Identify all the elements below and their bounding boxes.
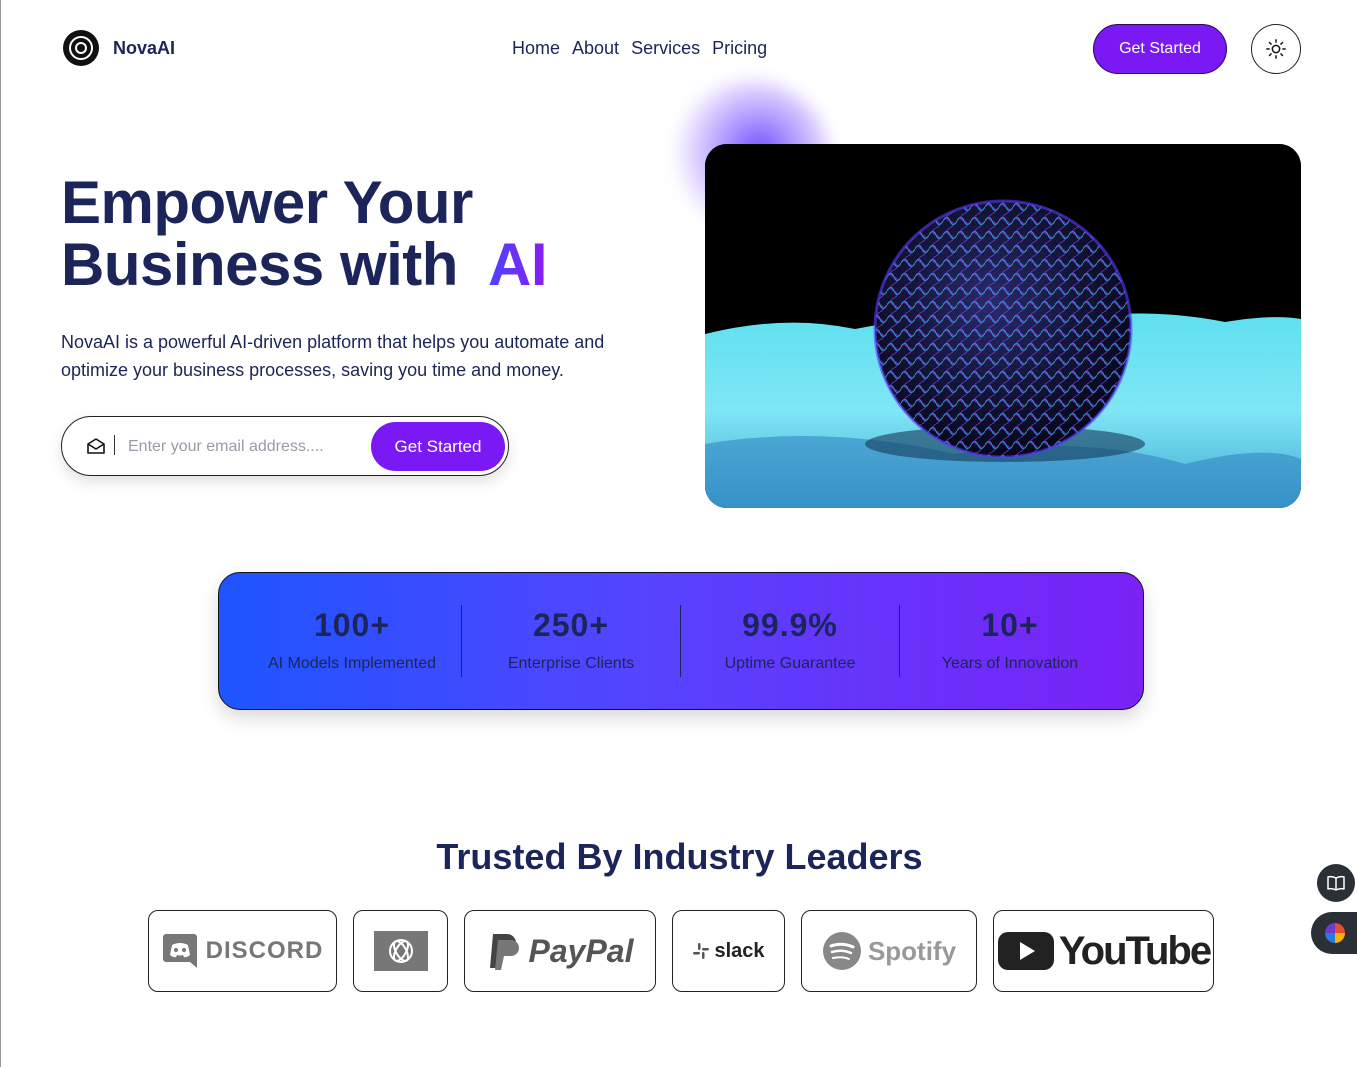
stat-value: 250+ <box>532 607 610 643</box>
logo-card-discord: DISCORD <box>148 910 337 992</box>
nav-link-home[interactable]: Home <box>512 38 560 59</box>
input-divider <box>114 435 115 455</box>
youtube-icon <box>997 932 1054 970</box>
stat-value: 100+ <box>313 607 391 643</box>
reader-button[interactable] <box>1317 864 1355 902</box>
stats-banner: 100+ AI Models Implemented 250+ Enterpri… <box>218 572 1144 710</box>
logo-icon[interactable] <box>63 30 99 66</box>
email-submit-button[interactable]: Get Started <box>371 422 505 471</box>
stat-label: AI Models Implemented <box>267 655 437 672</box>
paypal-icon <box>489 934 519 970</box>
spotify-logo-text: Spotify <box>867 935 957 966</box>
logo-card-slack: slack <box>672 910 785 992</box>
trusted-heading: Trusted By Industry Leaders <box>436 836 923 877</box>
nav-link-services[interactable]: Services <box>631 38 700 59</box>
logo-card-openai <box>353 910 448 992</box>
mail-icon <box>87 438 105 454</box>
stat-item: 10+ Years of Innovation <box>905 573 1115 709</box>
stat-item: 250+ Enterprise Clients <box>466 573 676 709</box>
brand-name[interactable]: NovaAI <box>113 38 175 59</box>
stat-item: 100+ AI Models Implemented <box>247 573 457 709</box>
slack-icon <box>693 943 710 959</box>
nav-link-about[interactable]: About <box>572 38 619 59</box>
color-wheel-icon <box>1325 923 1345 943</box>
main-nav: Home About Services Pricing <box>512 38 767 59</box>
book-icon <box>1327 875 1345 891</box>
logo-card-paypal: PayPal <box>464 910 656 992</box>
hero-title-line1: Empower Your <box>61 169 473 236</box>
stat-value: 10+ <box>981 607 1039 643</box>
nav-link-pricing[interactable]: Pricing <box>712 38 767 59</box>
logo-card-youtube: YouTube <box>993 910 1214 992</box>
discord-icon <box>162 934 197 968</box>
stat-divider <box>680 605 681 677</box>
stat-value: 99.9% <box>742 607 838 643</box>
hero-title-highlight: AI <box>488 231 548 298</box>
logo-card-spotify: Spotify <box>801 910 977 992</box>
hero-title: Empower Your Business with AI <box>61 169 548 298</box>
email-input[interactable] <box>126 431 360 463</box>
slack-logo-text: slack <box>714 939 765 962</box>
spotify-icon <box>822 932 861 970</box>
color-picker-button[interactable] <box>1311 912 1357 954</box>
stat-label: Uptime Guarantee <box>724 655 856 672</box>
paypal-logo-text: PayPal <box>528 932 634 969</box>
openai-icon <box>373 931 428 971</box>
theme-toggle-button[interactable] <box>1251 24 1301 74</box>
sun-icon <box>1266 39 1286 59</box>
get-started-button[interactable]: Get Started <box>1093 24 1227 74</box>
stat-item: 99.9% Uptime Guarantee <box>685 573 895 709</box>
discord-logo-text: DISCORD <box>205 937 324 964</box>
stat-divider <box>899 605 900 677</box>
hero-title-line2: Business with AI <box>61 231 548 298</box>
hero-description: NovaAI is a powerful AI-driven platform … <box>61 332 605 380</box>
stat-label: Years of Innovation <box>941 655 1079 672</box>
stat-divider <box>461 605 462 677</box>
email-signup-form: Get Started <box>61 416 509 476</box>
hero-image <box>705 144 1301 508</box>
stat-label: Enterprise Clients <box>507 655 635 672</box>
youtube-logo-text: YouTube <box>1058 928 1212 973</box>
